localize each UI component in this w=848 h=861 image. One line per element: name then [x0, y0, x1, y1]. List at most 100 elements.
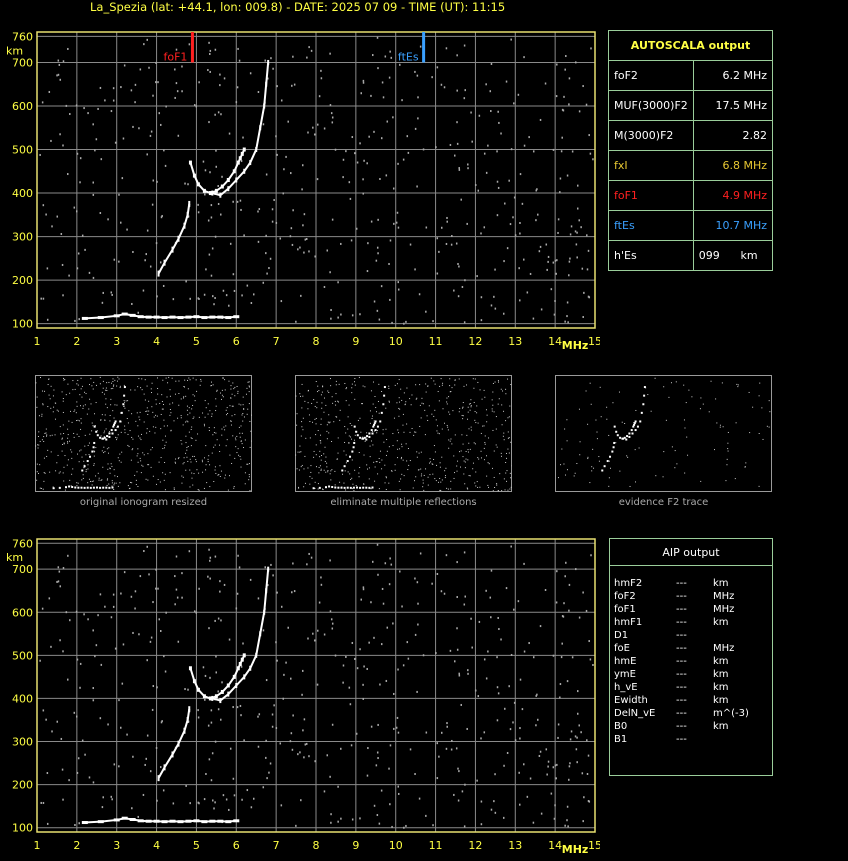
mini-noise	[150, 449, 152, 451]
mini-noise	[684, 427, 686, 429]
mini-noise	[164, 462, 166, 464]
noise-dot	[233, 794, 236, 797]
mini-noise	[163, 479, 165, 481]
x-unit-label: MHz	[562, 339, 589, 352]
noise-dot	[157, 81, 159, 84]
noise-dot	[262, 281, 265, 284]
mini-noise	[309, 421, 311, 423]
mini-noise	[186, 449, 188, 451]
mini-noise	[107, 478, 109, 480]
noise-dot	[564, 575, 566, 578]
noise-dot	[214, 801, 216, 804]
mini-noise	[36, 471, 38, 473]
noise-dot	[76, 771, 79, 774]
mini-noise	[326, 438, 328, 440]
noise-dot	[385, 174, 388, 177]
noise-dot	[581, 267, 584, 270]
mini-noise	[466, 384, 468, 386]
noise-dot	[156, 295, 158, 298]
noise-dot	[519, 737, 521, 740]
mini-noise	[370, 488, 372, 490]
mini-noise	[415, 384, 417, 386]
mini-noise	[169, 472, 171, 474]
mini-trace-point	[74, 486, 77, 489]
mini-noise	[233, 388, 235, 390]
mini-noise	[103, 452, 105, 454]
mini-noise	[48, 378, 50, 380]
noise-dot	[474, 184, 477, 187]
mini-noise	[191, 426, 193, 428]
noise-dot	[208, 253, 211, 256]
mini-noise	[589, 382, 591, 384]
noise-dot	[540, 812, 543, 815]
noise-dot	[162, 284, 165, 287]
mini-noise	[200, 378, 202, 380]
noise-dot	[73, 206, 76, 209]
mini-trace-point	[373, 422, 376, 425]
mini-noise	[300, 395, 302, 397]
noise-dot	[317, 123, 319, 126]
noise-dot	[554, 300, 556, 303]
mini-noise	[400, 478, 402, 480]
y-tick-label: 500	[12, 144, 33, 157]
noise-dot	[121, 682, 124, 685]
noise-dot	[273, 199, 275, 202]
noise-dot	[367, 242, 369, 245]
mini-noise	[503, 478, 505, 480]
mini-noise	[377, 400, 379, 402]
noise-dot	[134, 590, 137, 593]
mini-noise	[454, 434, 456, 436]
y-tick-label: 300	[12, 231, 33, 244]
noise-dot	[457, 799, 460, 802]
noise-dot	[354, 657, 356, 660]
noise-dot	[150, 636, 153, 639]
mini-noise	[50, 451, 52, 453]
noise-dot	[150, 130, 153, 133]
mini-noise	[192, 484, 194, 486]
noise-dot	[351, 641, 354, 644]
mini-noise	[199, 384, 201, 386]
mini-noise	[314, 487, 316, 489]
noise-dot	[156, 799, 158, 802]
noise-dot	[529, 777, 532, 780]
noise-dot	[185, 784, 187, 787]
mini-noise	[368, 467, 370, 469]
mini-trace-point	[337, 486, 340, 489]
noise-dot	[235, 101, 238, 104]
autoscala-param-value: 4.9 MHz	[692, 180, 774, 211]
mini-noise	[98, 479, 100, 481]
noise-dot	[323, 633, 326, 636]
mini-noise	[43, 457, 45, 459]
mini-noise	[111, 480, 113, 482]
mini-noise	[248, 391, 250, 393]
noise-dot	[62, 144, 64, 147]
noise-dot	[330, 618, 333, 621]
mini-noise	[366, 468, 368, 470]
mini-noise	[418, 469, 420, 471]
mini-noise	[424, 434, 426, 436]
mini-noise	[195, 439, 197, 441]
mini-noise	[82, 405, 84, 407]
noise-dot	[101, 301, 104, 304]
mini-trace-point	[120, 411, 123, 414]
noise-dot	[292, 55, 294, 58]
noise-dot	[320, 583, 323, 586]
mini-noise	[447, 426, 449, 428]
mini-trace-point	[612, 446, 615, 449]
noise-dot	[480, 296, 483, 299]
noise-dot	[320, 576, 322, 579]
noise-dot	[389, 239, 392, 242]
noise-dot	[312, 126, 314, 129]
mini-noise	[192, 417, 194, 419]
mini-noise	[156, 377, 158, 379]
noise-dot	[373, 300, 376, 303]
mini-noise	[224, 429, 226, 431]
noise-dot	[523, 56, 525, 59]
mini-noise	[67, 459, 69, 461]
noise-dot	[207, 724, 210, 727]
mini-noise	[238, 454, 240, 456]
mini-noise	[587, 458, 589, 460]
noise-dot	[510, 545, 512, 548]
mini-noise	[91, 422, 93, 424]
mini-noise	[210, 385, 212, 387]
